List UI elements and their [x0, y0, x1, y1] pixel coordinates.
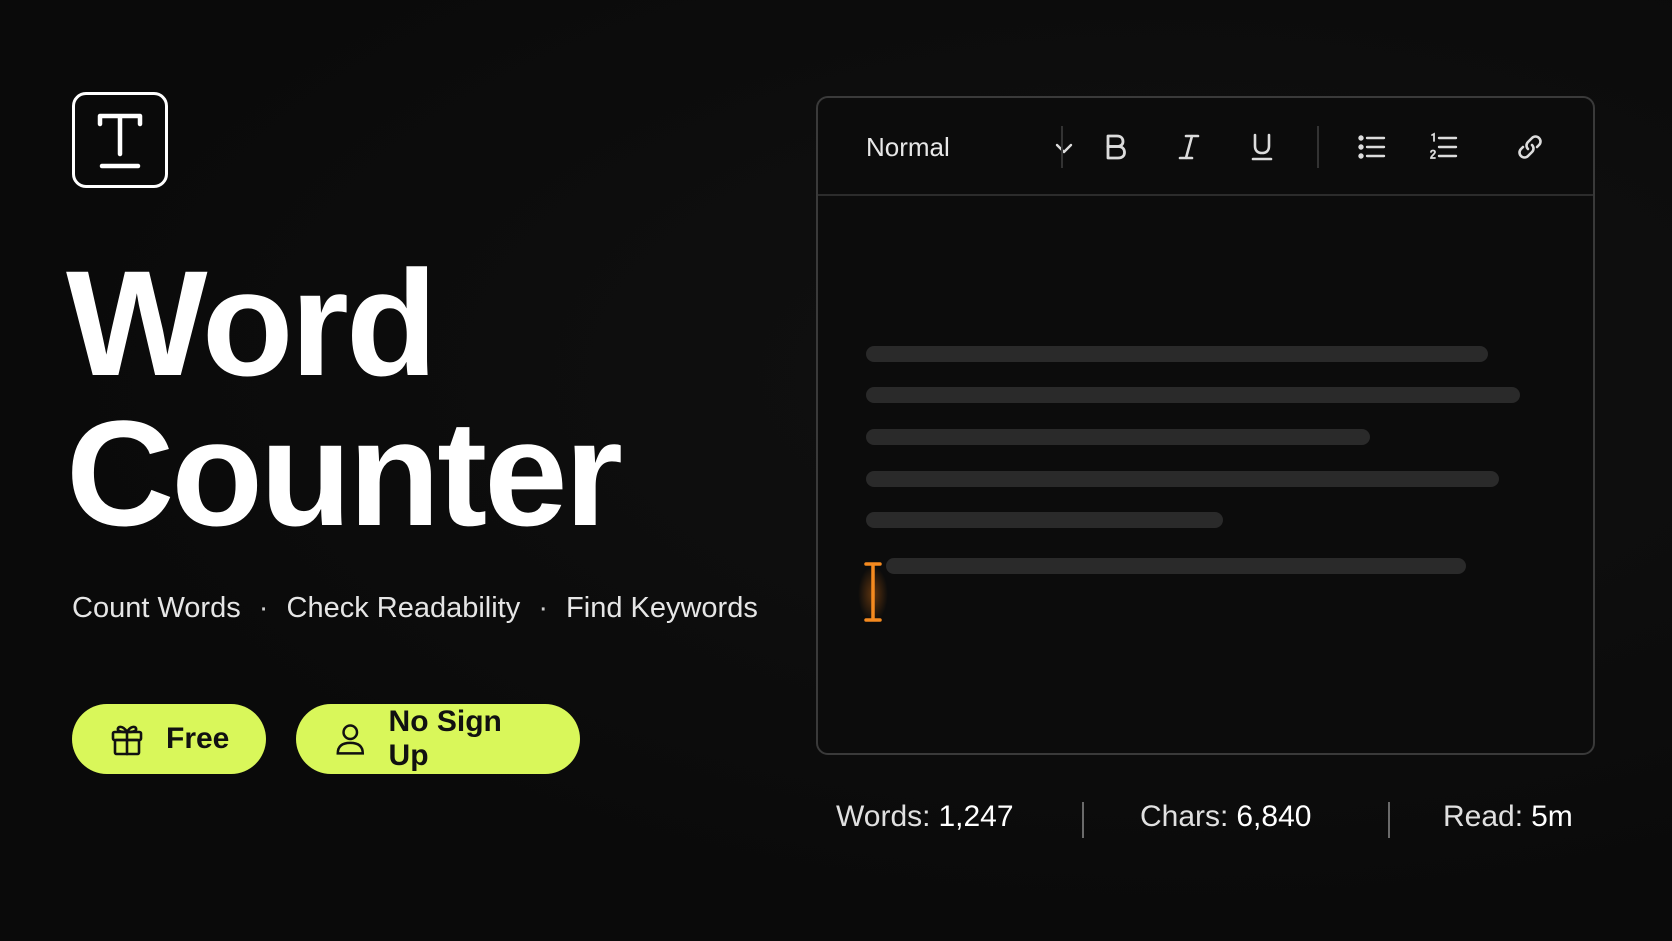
feature-list: Count Words · Check Readability · Find K…	[72, 592, 758, 625]
text-style-select[interactable]: Normal	[866, 128, 1076, 166]
word-count-label: Words:	[836, 800, 931, 833]
page-title: Word Counter	[66, 248, 623, 548]
read-time-stat: Read: 5m	[1443, 800, 1573, 834]
bulleted-list-button[interactable]	[1351, 126, 1393, 168]
toolbar-divider	[1061, 126, 1063, 168]
free-badge-label: Free	[166, 722, 230, 755]
numbered-list-button[interactable]	[1423, 126, 1465, 168]
logo	[72, 92, 168, 188]
bold-button[interactable]	[1094, 126, 1136, 168]
gift-icon	[111, 725, 143, 756]
numbered-list-icon	[1430, 132, 1458, 159]
title-line-1: Word	[66, 239, 437, 407]
no-sign-up-badge[interactable]: No Sign Up	[296, 704, 580, 774]
text-cursor-icon	[864, 562, 882, 622]
editor-toolbar: Normal	[818, 98, 1593, 196]
underline-button[interactable]	[1241, 126, 1283, 168]
chevron-down-icon	[1055, 143, 1073, 154]
stats-divider	[1388, 802, 1390, 838]
stats-bar: Words: 1,247 Chars: 6,840 Read: 5m	[816, 800, 1595, 844]
no-sign-up-badge-label: No Sign Up	[388, 705, 502, 772]
italic-icon	[1178, 134, 1200, 160]
feature-separator: ·	[258, 592, 269, 624]
feature-item: Check Readability	[286, 592, 521, 624]
read-time-value: 5m	[1531, 800, 1573, 833]
link-button[interactable]	[1509, 126, 1551, 168]
feature-separator: ·	[538, 592, 548, 624]
text-t-icon	[97, 113, 143, 169]
free-badge[interactable]: Free	[72, 704, 266, 774]
feature-item: Count Words	[72, 592, 241, 624]
link-icon	[1518, 135, 1542, 159]
feature-item: Find Keywords	[566, 592, 758, 624]
read-time-label: Read:	[1443, 800, 1524, 833]
text-line-placeholder	[886, 558, 1466, 574]
toolbar-divider	[1317, 126, 1319, 168]
text-style-value: Normal	[866, 131, 950, 162]
char-count-stat: Chars: 6,840	[1140, 800, 1311, 834]
text-editor[interactable]: Normal	[816, 96, 1595, 755]
text-line-placeholder	[866, 429, 1370, 445]
bulleted-list-icon	[1358, 135, 1386, 159]
word-count-value: 1,247	[938, 800, 1014, 833]
text-line-placeholder	[866, 346, 1488, 362]
stats-divider	[1082, 802, 1084, 838]
bold-icon	[1106, 134, 1126, 160]
title-line-2: Counter	[66, 389, 623, 557]
text-line-placeholder	[866, 387, 1520, 403]
page: Word Counter Count Words · Check Readabi…	[0, 0, 1672, 941]
underline-icon	[1251, 133, 1273, 161]
italic-button[interactable]	[1168, 126, 1210, 168]
text-line-placeholder	[866, 471, 1499, 487]
char-count-label: Chars:	[1140, 800, 1229, 833]
user-icon	[336, 724, 365, 755]
text-line-placeholder	[866, 512, 1223, 528]
char-count-value: 6,840	[1236, 800, 1312, 833]
editor-content[interactable]	[818, 196, 1593, 753]
word-count-stat: Words: 1,247	[836, 800, 1014, 834]
